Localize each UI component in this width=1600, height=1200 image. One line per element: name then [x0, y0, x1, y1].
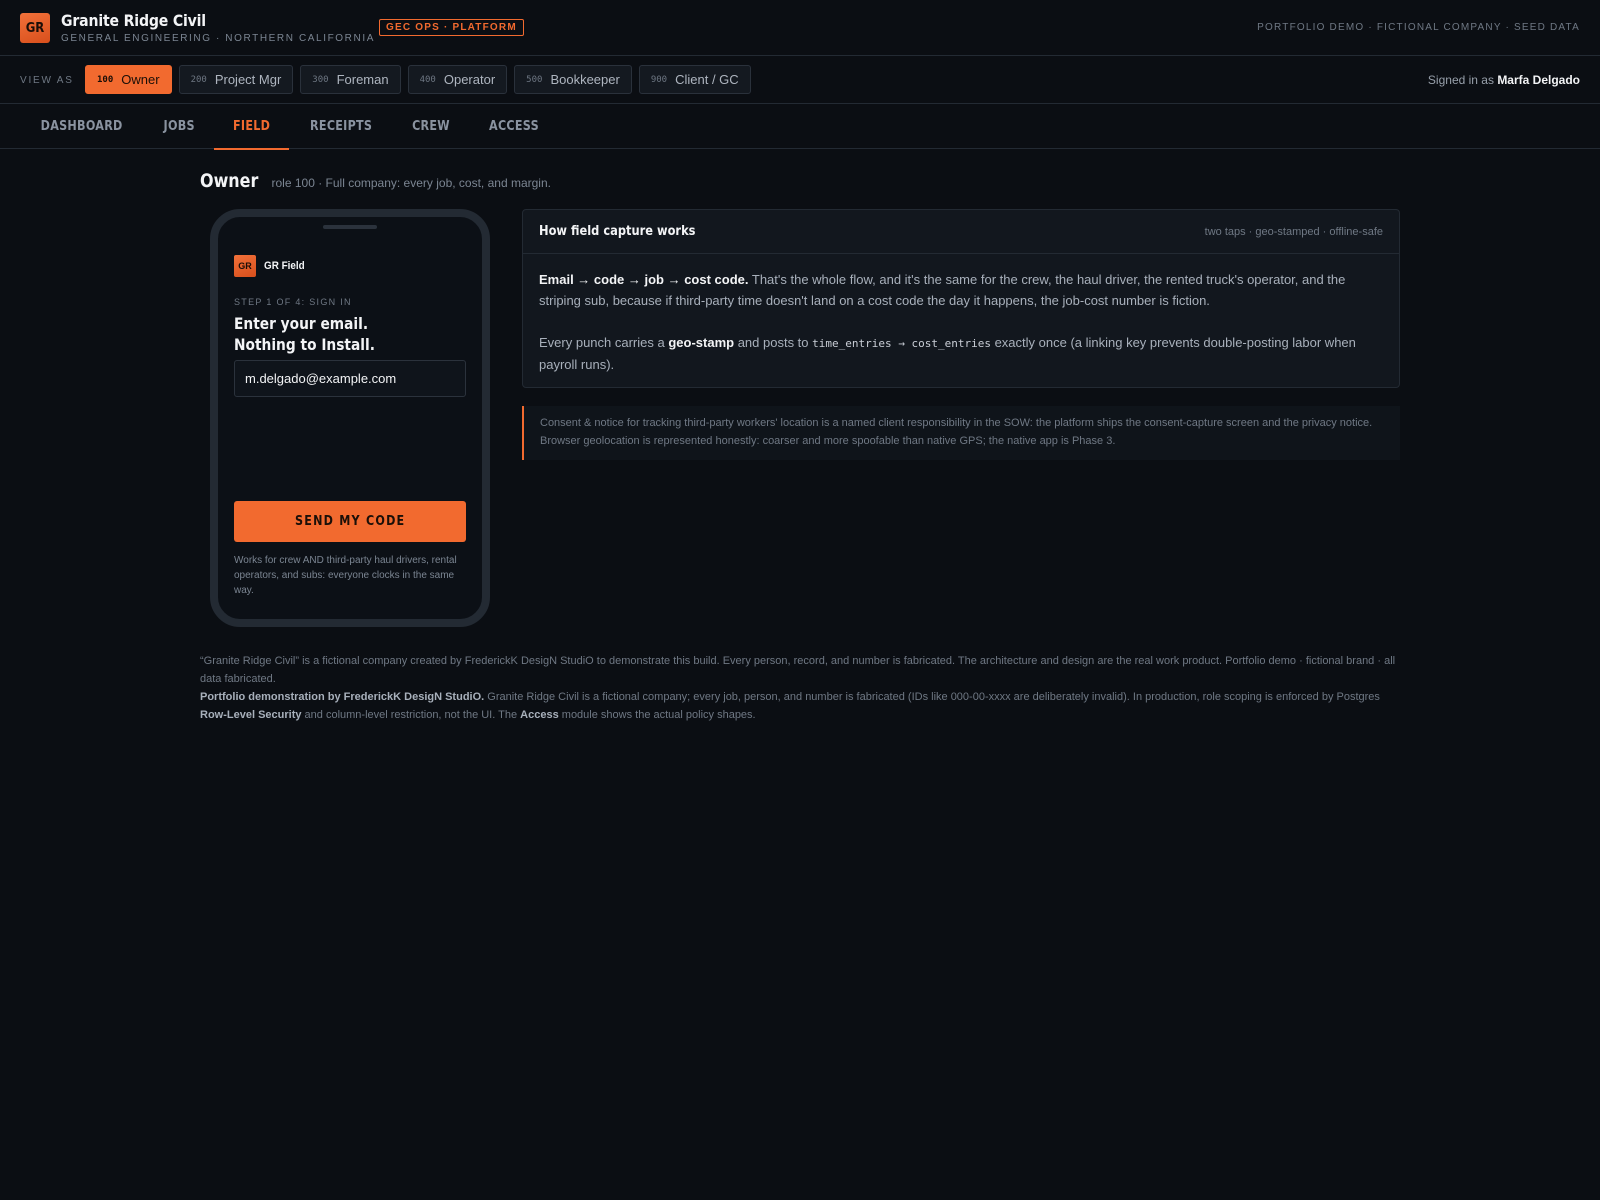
email-field[interactable]: [234, 360, 466, 397]
footer-text-b: and column-level restriction, not the UI…: [301, 709, 521, 721]
role-button-owner[interactable]: 100 Owner: [85, 65, 172, 94]
role-code: 500: [526, 74, 543, 85]
role-switcher: 100 Owner 200 Project Mgr 300 Foreman 40…: [85, 65, 751, 94]
role-button-operator[interactable]: 400 Operator: [407, 65, 508, 94]
tab-receipts[interactable]: RECEIPTS: [289, 104, 393, 149]
geo-stamp-term: geo-stamp: [668, 335, 735, 350]
app-logo: GR: [234, 255, 256, 277]
footer-rls-bold: Row-Level Security: [200, 709, 302, 721]
role-label: Project Mgr: [214, 72, 282, 87]
role-button-foreman[interactable]: 300 Foreman: [300, 65, 401, 94]
geo-text-b: and posts to: [734, 335, 813, 350]
company-name: Granite Ridge Civil: [61, 11, 206, 30]
send-code-button[interactable]: SEND MY CODE: [234, 501, 466, 542]
footer-portfolio-bold: Portfolio demonstration by FrederickK De…: [200, 691, 485, 703]
tab-access[interactable]: ACCESS: [469, 104, 559, 149]
role-button-bookkeeper[interactable]: 500 Bookkeeper: [514, 65, 632, 94]
tab-label: RECEIPTS: [309, 119, 373, 134]
role-code: 300: [312, 74, 329, 85]
app-name: GR Field: [264, 260, 305, 272]
flow-paragraph: Email → code → job → cost code. That's t…: [539, 269, 1383, 311]
page-title: Owner: [200, 170, 259, 192]
step-indicator: STEP 1 OF 4: SIGN IN: [234, 297, 352, 307]
role-description: role 100 · Full company: every job, cost…: [271, 176, 551, 190]
footer-portfolio-note: Portfolio demonstration by FrederickK De…: [200, 688, 1400, 724]
role-label: Operator: [443, 72, 496, 87]
table-flow-code: time_entries → cost_entries: [812, 337, 991, 350]
consent-notice: Consent & notice for tracking third-part…: [522, 406, 1400, 460]
tab-crew[interactable]: CREW: [393, 104, 469, 149]
footer-text-a: Granite Ridge Civil is a fictional compa…: [484, 691, 1380, 703]
card-header: How field capture works two taps · geo-s…: [523, 210, 1399, 254]
footer-text-c: module shows the actual policy shapes.: [558, 709, 756, 721]
phone-mockup: GR GR Field STEP 1 OF 4: SIGN IN Enter y…: [210, 209, 490, 627]
view-as-bar: VIEW AS 100 Owner 200 Project Mgr 300 Fo…: [0, 56, 1600, 104]
platform-badge: GEC OPS · PLATFORM: [379, 19, 524, 36]
demo-notice: PORTFOLIO DEMO · FICTIONAL COMPANY · SEE…: [1257, 22, 1580, 33]
tab-label: CREW: [412, 119, 451, 134]
headline-line-2: Nothing to Install.: [234, 335, 375, 354]
geo-paragraph: Every punch carries a geo-stamp and post…: [539, 332, 1383, 375]
footer-disclaimer: “Granite Ridge Civil” is a fictional com…: [200, 655, 1396, 685]
page-footer: “Granite Ridge Civil” is a fictional com…: [200, 652, 1400, 724]
signed-in-status: Signed in as Marfa Delgado: [1428, 73, 1580, 87]
tab-label: ACCESS: [489, 119, 540, 134]
flow-summary: Email → code → job → cost code.: [539, 272, 749, 287]
role-label: Foreman: [336, 72, 389, 87]
company-logo: GR: [20, 13, 50, 43]
signed-in-user: Marfa Delgado: [1497, 73, 1580, 87]
role-heading: Owner role 100 · Full company: every job…: [200, 170, 551, 192]
headline-line-1: Enter your email.: [234, 314, 369, 333]
role-code: 100: [97, 74, 114, 85]
tab-label: JOBS: [163, 119, 196, 134]
view-as-label: VIEW AS: [20, 75, 74, 86]
footer-access-link: Access: [520, 709, 559, 721]
tab-jobs[interactable]: JOBS: [145, 104, 213, 149]
role-button-project-mgr[interactable]: 200 Project Mgr: [178, 65, 294, 94]
role-code: 200: [190, 74, 207, 85]
tab-dashboard[interactable]: DASHBOARD: [18, 104, 145, 149]
geo-text-a: Every punch carries a: [539, 335, 669, 350]
card-meta: two taps · geo-stamped · offline-safe: [1204, 226, 1383, 238]
role-code: 400: [419, 74, 436, 85]
field-capture-card: How field capture works two taps · geo-s…: [522, 209, 1400, 388]
company-subtitle: GENERAL ENGINEERING · NORTHERN CALIFORNI…: [61, 33, 375, 44]
tab-label: FIELD: [232, 119, 270, 134]
role-label: Bookkeeper: [550, 72, 620, 87]
sign-in-headline: Enter your email. Nothing to Install.: [234, 313, 440, 355]
tab-field[interactable]: FIELD: [213, 104, 290, 150]
role-label: Client / GC: [675, 72, 739, 87]
phone-notch: [323, 225, 377, 229]
signed-in-prefix: Signed in as: [1427, 73, 1494, 87]
send-code-label: SEND MY CODE: [294, 514, 406, 529]
role-label: Owner: [121, 72, 160, 87]
role-button-client-gc[interactable]: 900 Client / GC: [638, 65, 751, 94]
role-code: 900: [650, 74, 668, 85]
module-nav: DASHBOARD JOBS FIELD RECEIPTS CREW ACCES…: [0, 104, 1600, 150]
app-header: GR Granite Ridge Civil GENERAL ENGINEERI…: [0, 0, 1600, 56]
phone-footnote: Works for crew AND third-party haul driv…: [234, 555, 457, 596]
card-body: Email → code → job → cost code. That's t…: [523, 254, 1399, 375]
card-title: How field capture works: [539, 224, 696, 239]
tab-label: DASHBOARD: [40, 119, 123, 134]
